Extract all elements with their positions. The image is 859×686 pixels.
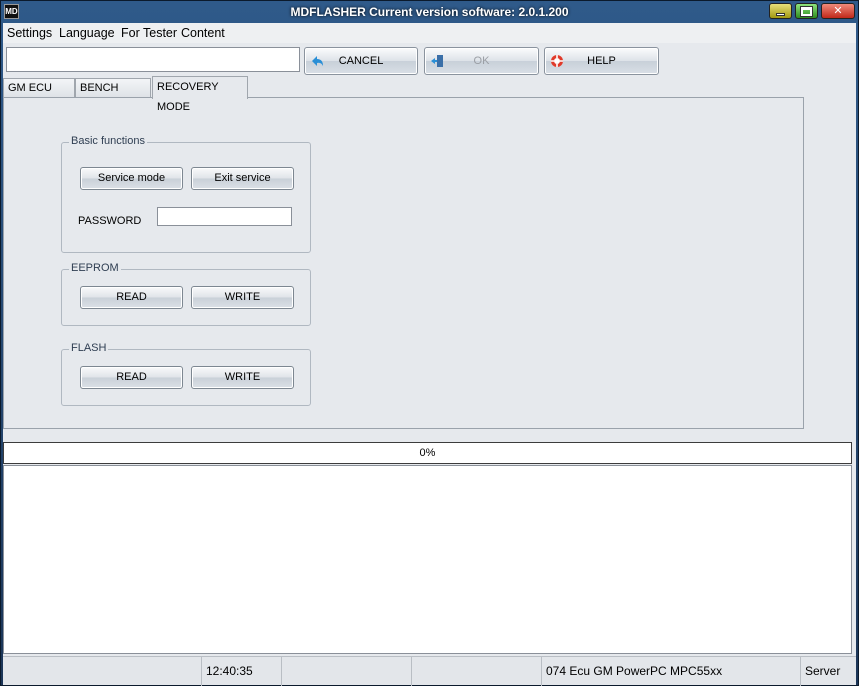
eeprom-group: EEPROM READ WRITE	[61, 262, 311, 326]
status-server: Server	[800, 657, 856, 686]
title-bar[interactable]: MD MDFLASHER Current version software: 2…	[1, 1, 858, 23]
flash-read-button[interactable]: READ	[80, 366, 183, 389]
cancel-label: CANCEL	[338, 55, 384, 67]
minimize-button[interactable]	[769, 3, 792, 19]
status-bar: 12:40:35 074 Ecu GM PowerPC MPC55xx Serv…	[3, 656, 856, 686]
status-cell-1	[3, 657, 201, 686]
menu-bar: Settings Language For Tester Content	[3, 23, 856, 43]
menu-content[interactable]: Content	[181, 26, 225, 40]
ok-label: OK	[473, 55, 490, 67]
status-cell-3	[281, 657, 411, 686]
menu-settings[interactable]: Settings	[7, 26, 52, 40]
password-field[interactable]	[157, 207, 292, 226]
undo-arrow-icon	[312, 56, 323, 66]
password-label: PASSWORD	[78, 215, 142, 227]
client-area: Settings Language For Tester Content CAN…	[3, 23, 856, 686]
ok-button[interactable]: OK	[424, 47, 539, 75]
window-title: MDFLASHER Current version software: 2.0.…	[290, 5, 569, 19]
progress-bar: 0%	[3, 442, 852, 464]
recovery-mode-panel: Basic functions Service mode Exit servic…	[3, 97, 804, 429]
flash-group: FLASH READ WRITE	[61, 342, 311, 406]
cancel-button[interactable]: CANCEL	[304, 47, 418, 75]
maximize-button[interactable]	[795, 3, 818, 19]
progress-text: 0%	[419, 447, 436, 459]
close-icon: ✕	[833, 5, 843, 17]
eeprom-read-button[interactable]: READ	[80, 286, 183, 309]
menu-for-tester[interactable]: For Tester	[121, 26, 177, 40]
flash-write-button[interactable]: WRITE	[191, 366, 294, 389]
minimize-icon	[776, 13, 785, 16]
exit-service-button[interactable]: Exit service	[191, 167, 294, 190]
status-input[interactable]	[6, 47, 300, 72]
close-button[interactable]: ✕	[821, 3, 855, 19]
help-label: HELP	[587, 55, 616, 67]
status-ecu: 074 Ecu GM PowerPC MPC55xx	[541, 657, 800, 686]
menu-language[interactable]: Language	[59, 26, 115, 40]
help-button[interactable]: HELP	[544, 47, 659, 75]
eeprom-write-button[interactable]: WRITE	[191, 286, 294, 309]
tab-bench-mode[interactable]: BENCH MODE	[75, 78, 151, 112]
lifebuoy-icon	[551, 55, 563, 67]
tab-recovery-mode[interactable]: RECOVERY MODE	[152, 76, 248, 113]
app-logo-icon[interactable]: MD	[4, 4, 19, 19]
log-output[interactable]	[3, 465, 852, 654]
basic-functions-group: Basic functions Service mode Exit servic…	[61, 135, 311, 253]
flash-title: FLASH	[69, 342, 109, 354]
maximize-icon	[800, 6, 813, 17]
basic-functions-title: Basic functions	[69, 135, 147, 147]
status-cell-4	[411, 657, 541, 686]
service-mode-button[interactable]: Service mode	[80, 167, 183, 190]
status-time: 12:40:35	[201, 657, 281, 686]
tab-gm-ecu-e39[interactable]: GM ECU E39	[3, 78, 75, 112]
door-enter-icon	[431, 55, 443, 67]
eeprom-title: EEPROM	[69, 262, 121, 274]
app-window: MD MDFLASHER Current version software: 2…	[0, 0, 859, 686]
